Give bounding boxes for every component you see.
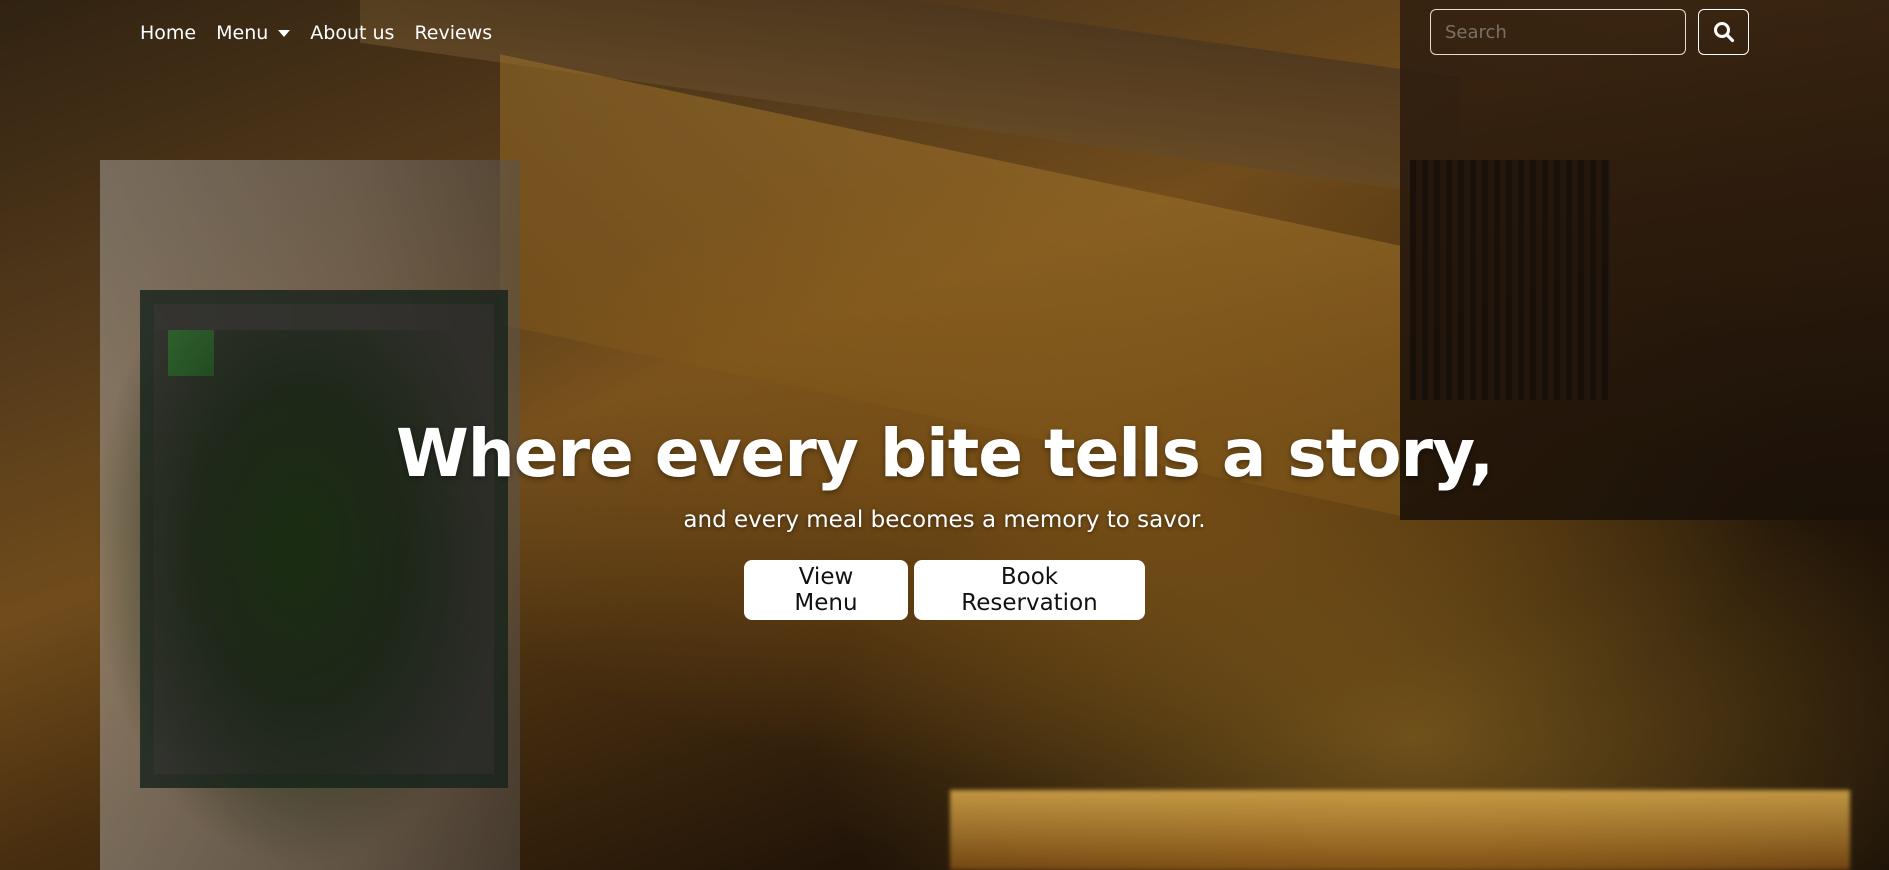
nav-link-about-label: About us bbox=[310, 22, 395, 44]
view-menu-button[interactable]: View Menu bbox=[744, 560, 908, 620]
navbar: Home Menu About us Reviews bbox=[0, 0, 1889, 66]
nav-link-reviews[interactable]: Reviews bbox=[404, 18, 502, 48]
search-button[interactable] bbox=[1698, 9, 1749, 55]
hero-subtitle: and every meal becomes a memory to savor… bbox=[683, 507, 1206, 533]
nav-link-menu-label: Menu bbox=[216, 22, 269, 44]
hero-title: Where every bite tells a story, bbox=[395, 415, 1494, 492]
nav-link-about[interactable]: About us bbox=[300, 18, 404, 48]
hero-section: Home Menu About us Reviews Where every b… bbox=[0, 0, 1889, 870]
nav-links: Home Menu About us Reviews bbox=[130, 18, 502, 48]
hero-content: Where every bite tells a story, and ever… bbox=[0, 410, 1889, 620]
nav-link-reviews-label: Reviews bbox=[414, 22, 493, 44]
book-reservation-button[interactable]: Book Reservation bbox=[914, 560, 1145, 620]
nav-link-home-label: Home bbox=[140, 22, 197, 44]
hero-buttons: View Menu Book Reservation bbox=[0, 560, 1889, 620]
caret-down-icon bbox=[278, 29, 291, 37]
search-input[interactable] bbox=[1430, 9, 1686, 55]
search-icon bbox=[1713, 22, 1734, 43]
nav-link-home[interactable]: Home bbox=[130, 18, 206, 48]
nav-link-menu-dropdown[interactable]: Menu bbox=[206, 18, 300, 48]
